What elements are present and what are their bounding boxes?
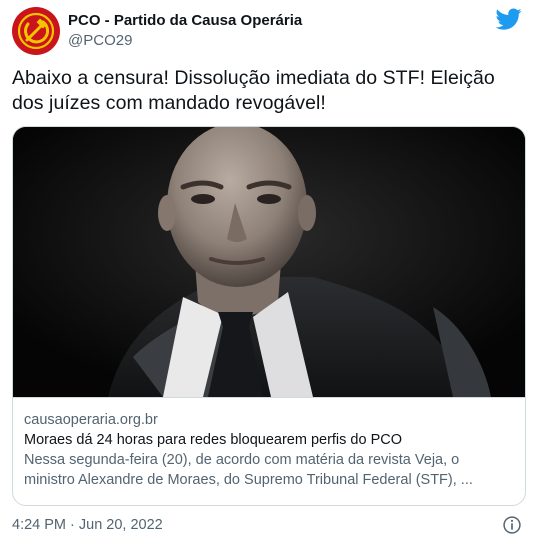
info-icon[interactable] (502, 515, 522, 535)
author-display-name[interactable]: PCO - Partido da Causa Operária (68, 11, 302, 31)
twitter-bird-icon[interactable] (496, 6, 522, 32)
hammer-sickle-icon (17, 12, 55, 50)
card-image[interactable] (13, 127, 525, 397)
author-handle[interactable]: @PCO29 (68, 31, 302, 51)
card-meta: causaoperaria.org.br Moraes dá 24 horas … (13, 397, 525, 505)
portrait-photo (13, 127, 525, 397)
card-title: Moraes dá 24 horas para redes bloquearem… (24, 432, 403, 448)
card-domain: causaoperaria.org.br (24, 412, 158, 428)
tweet-text: Abaixo a censura! Dissolução imediata do… (12, 67, 495, 114)
tweet-footer: 4:24 PM · Jun 20, 2022 (12, 514, 524, 536)
card-description-line2: ministro Alexandre de Moraes, do Supremo… (24, 472, 473, 488)
tweet-header: PCO - Partido da Causa Operária @PCO29 (12, 6, 524, 56)
link-preview-card[interactable]: causaoperaria.org.br Moraes dá 24 horas … (12, 126, 526, 506)
card-description-line1: Nessa segunda-feira (20), de acordo com … (24, 452, 460, 468)
author-names: PCO - Partido da Causa Operária @PCO29 (68, 11, 302, 51)
timestamp-link[interactable]: 4:24 PM · Jun 20, 2022 (12, 517, 163, 533)
avatar[interactable] (12, 7, 60, 55)
